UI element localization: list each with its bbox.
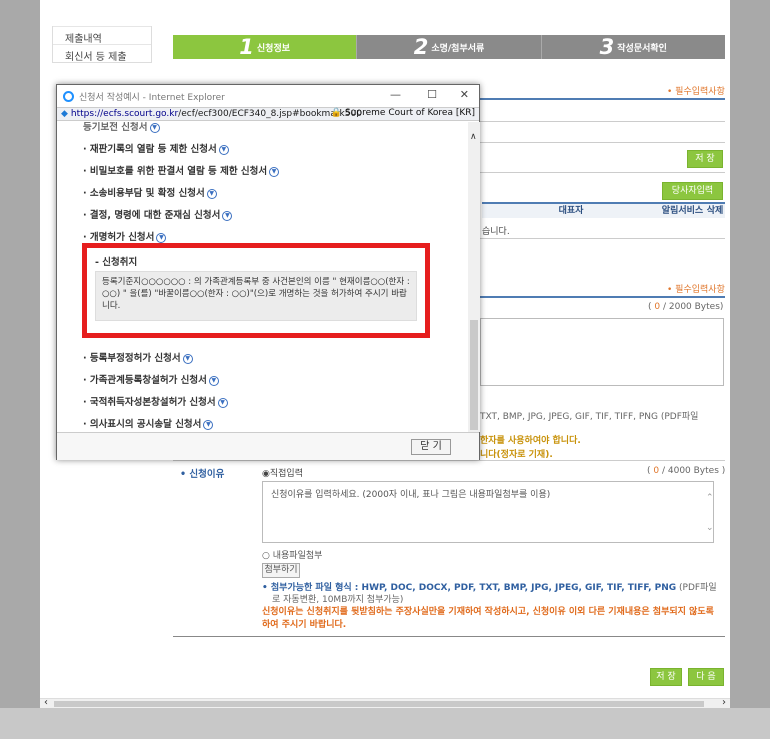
list-item[interactable]: · 비밀보호를 위한 판결서 열람 등 제한 신청서 ▼ — [83, 163, 280, 177]
divider — [480, 98, 725, 100]
chevron-down-icon[interactable]: ▼ — [208, 375, 219, 386]
list-item[interactable]: · 국적취득자성본창설허가 신청서 ▼ — [83, 394, 228, 408]
required-note: • 필수입력사항 — [667, 87, 725, 97]
chevron-down-icon[interactable]: ▼ — [218, 144, 229, 155]
cert-indicator[interactable]: 🔒 Supreme Court of Korea [KR] — [331, 108, 475, 118]
horizontal-scrollbar[interactable]: ‹ › — [40, 697, 730, 708]
textarea-scroll-up-icon[interactable]: ⌃ — [706, 493, 714, 503]
attach-button[interactable]: 첨부하기 — [262, 563, 300, 578]
left-nav: 제출내역 회신서 등 제출 — [52, 26, 152, 63]
purpose-heading: - 신청취지 — [95, 257, 138, 268]
list-item[interactable]: · 개명허가 신청서 ▼ — [83, 229, 167, 243]
reason-textarea[interactable]: 신청이유를 입력하세요. (2000자 이내, 표나 그림은 내용파일첨부를 이… — [262, 481, 714, 543]
radio-file-attach[interactable]: ○ 내용파일첨부 — [262, 548, 322, 561]
address-bar[interactable]: ◆ https://ecfs.scourt.go.kr/ecf/ecf300/E… — [57, 107, 479, 121]
minimize-icon[interactable]: — — [390, 88, 401, 101]
list-item[interactable]: · 의사표시의 공시송달 신청서 ▼ — [83, 416, 214, 430]
popup-content: 등기보전 신청서 ▼ · 재판기록의 열람 등 제한 신청서 ▼ · 비밀보호를 위… — [57, 122, 468, 432]
bottom-save-button[interactable]: 저 장 — [650, 668, 682, 686]
required-note-2: • 필수입력사항 — [667, 285, 725, 295]
step-progress: 1 신청정보 2 소명/첨부서류 3 작성문서확인 — [173, 35, 725, 59]
divider — [480, 238, 725, 239]
byte-counter-2: ( 0 / 4000 Bytes ) — [647, 466, 726, 476]
next-button[interactable]: 다 음 — [688, 668, 724, 686]
chevron-down-icon[interactable]: ▼ — [206, 188, 217, 199]
list-item[interactable]: · 가족관계등록창설허가 신청서 ▼ — [83, 372, 219, 386]
chevron-down-icon[interactable]: ▼ — [222, 210, 233, 221]
step-2: 2 소명/첨부서류 — [356, 35, 541, 59]
maximize-icon[interactable]: ☐ — [427, 88, 437, 101]
chevron-down-icon[interactable]: ▼ — [156, 232, 167, 243]
scroll-right-icon[interactable]: › — [722, 697, 726, 708]
popup-vertical-scrollbar[interactable]: ∧ — [468, 122, 480, 432]
popup-titlebar: 신청서 작성예시 - Internet Explorer — ☐ ✕ — [57, 85, 479, 107]
party-input-button[interactable]: 당사자입력 — [662, 182, 723, 200]
divider — [480, 172, 725, 173]
scroll-left-icon[interactable]: ‹ — [44, 697, 48, 708]
radio-unchecked-icon[interactable]: ○ — [262, 551, 270, 561]
col-alert-service: 알림서비스 — [661, 206, 704, 216]
list-item[interactable]: · 등록부정정허가 신청서 ▼ — [83, 350, 193, 364]
page-icon: ◆ — [61, 109, 68, 119]
close-button[interactable]: 닫 기 — [411, 439, 451, 455]
byte-counter: ( 0 / 2000 Bytes) — [648, 302, 724, 312]
step-3: 3 작성문서확인 — [540, 35, 725, 59]
scroll-up-icon[interactable]: ∧ — [470, 132, 477, 142]
divider — [480, 121, 725, 122]
ie-logo-icon — [63, 90, 74, 102]
writing-notice: 니다(정자로 기재). — [480, 450, 553, 460]
party-table-row-text: 습니다. — [482, 227, 510, 237]
col-delete: 삭제 — [706, 206, 724, 216]
radio-checked-icon[interactable]: ◉ — [262, 469, 270, 479]
left-nav-item-reply[interactable]: 회신서 등 제출 — [53, 44, 151, 63]
chevron-down-icon[interactable]: ▼ — [203, 419, 214, 430]
popup-footer: 닫 기 — [57, 432, 479, 460]
party-table-header: 대표자 알림서비스 삭제 — [482, 202, 725, 218]
reason-label: • 신청이유 — [180, 469, 225, 480]
divider — [173, 636, 725, 637]
scroll-thumb[interactable] — [54, 701, 704, 707]
chevron-down-icon[interactable]: ▼ — [182, 353, 193, 364]
popup-title: 신청서 작성예시 - Internet Explorer — [79, 92, 225, 103]
file-format-partial: TXT, BMP, JPG, JPEG, GIF, TIF, TIFF, PNG… — [480, 412, 699, 422]
save-button[interactable]: 저 장 — [687, 150, 723, 168]
reason-warning: 신청이유는 신청취지를 뒷받침하는 주장사실만을 기재하여 작성하시고, 신청이… — [262, 607, 714, 630]
step-1: 1 신청정보 — [173, 35, 357, 59]
purpose-textarea[interactable] — [480, 318, 724, 386]
chevron-down-icon[interactable]: ▼ — [217, 397, 228, 408]
list-item[interactable]: · 소송비용부담 및 확정 신청서 ▼ — [83, 185, 217, 199]
divider — [173, 460, 725, 461]
chevron-down-icon[interactable]: ▼ — [269, 166, 280, 177]
list-item[interactable]: · 재판기록의 열람 등 제한 신청서 ▼ — [83, 141, 229, 155]
divider — [480, 142, 725, 143]
scroll-thumb[interactable] — [470, 320, 478, 430]
highlight-box: - 신청취지 등록기준지○○○○○○ : 의 가족관계등록부 중 사건본인의 이… — [82, 243, 430, 338]
left-nav-item-history[interactable]: 제출내역 — [53, 26, 151, 45]
divider — [480, 296, 725, 298]
list-item[interactable]: · 결정, 명령에 대한 준재심 신청서 ▼ — [83, 207, 233, 221]
close-window-icon[interactable]: ✕ — [460, 88, 469, 101]
lock-icon: 🔒 — [330, 108, 343, 118]
desktop-bottom-band — [0, 708, 770, 739]
ie-popup-window: 신청서 작성예시 - Internet Explorer — ☐ ✕ ◆ htt… — [56, 84, 480, 460]
attach-formats: • 첨부가능한 파일 형식 : HWP, DOC, DOCX, PDF, TXT… — [262, 583, 717, 605]
list-item[interactable]: 등기보전 신청서 ▼ — [83, 122, 160, 133]
url-text[interactable]: https://ecfs.scourt.go.kr/ecf/ecf300/ECF… — [71, 109, 362, 119]
radio-direct-input[interactable]: ◉직접입력 — [262, 466, 303, 479]
textarea-scroll-down-icon[interactable]: ⌄ — [706, 523, 714, 533]
col-representative: 대표자 — [558, 206, 584, 216]
hanja-notice: 한자를 사용하여야 합니다. — [480, 436, 581, 446]
chevron-down-icon[interactable]: ▼ — [149, 122, 160, 133]
purpose-example-text: 등록기준지○○○○○○ : 의 가족관계등록부 중 사건본인의 이름 " 현재이… — [95, 271, 417, 321]
